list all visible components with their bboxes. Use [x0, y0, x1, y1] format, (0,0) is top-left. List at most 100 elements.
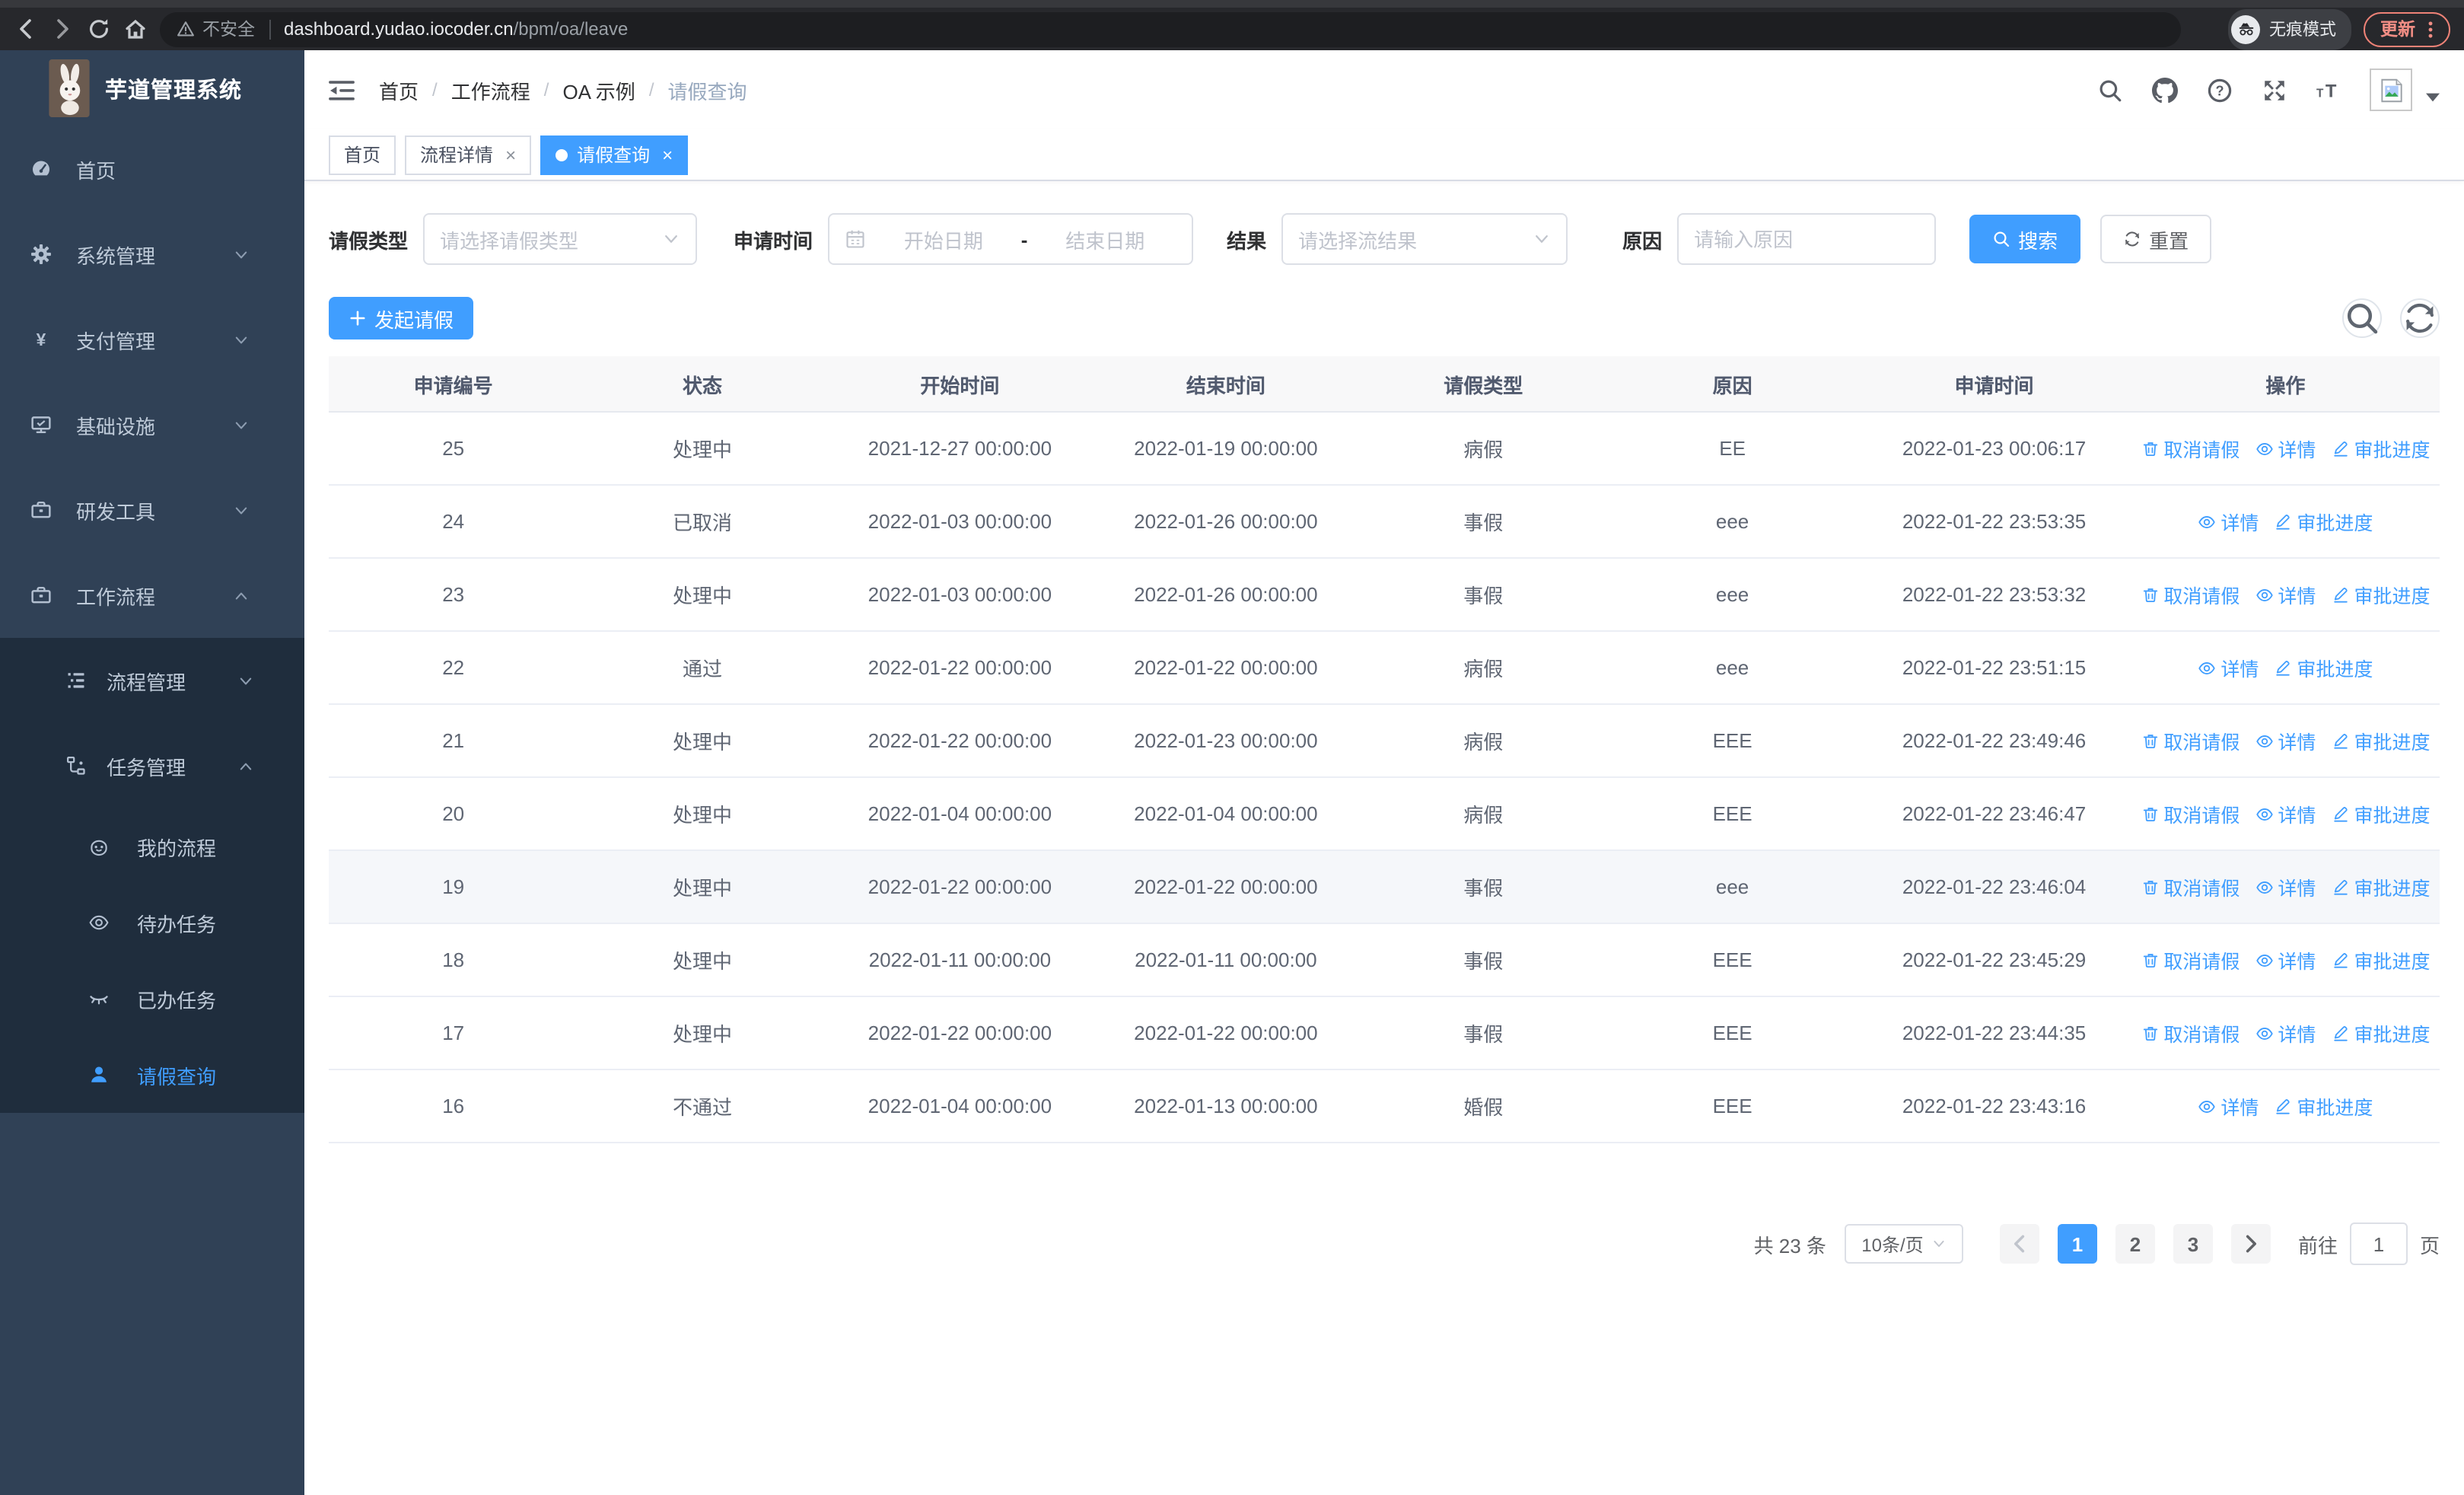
chevron-down-icon	[233, 502, 250, 518]
prev-page-button[interactable]	[1999, 1224, 2039, 1264]
sidebar-item-devtools[interactable]: 研发工具	[0, 467, 304, 553]
search-button[interactable]: 搜索	[1969, 215, 2081, 263]
cell-leave-type: 事假	[1358, 558, 1608, 632]
goto-page-input[interactable]	[2349, 1222, 2408, 1265]
cancel-leave-link[interactable]: 取消请假	[2141, 1018, 2240, 1047]
detail-link[interactable]: 详情	[2255, 434, 2316, 463]
cancel-leave-link[interactable]: 取消请假	[2141, 434, 2240, 463]
column-header: 操作	[2131, 356, 2440, 413]
sidebar-item-system[interactable]: 系统管理	[0, 212, 304, 297]
sidebar-collapse-icon[interactable]	[329, 78, 355, 101]
tab-process-detail[interactable]: 流程详情 ×	[405, 135, 532, 174]
cancel-leave-link[interactable]: 取消请假	[2141, 872, 2240, 901]
approval-progress-link[interactable]: 审批进度	[2274, 507, 2373, 536]
cell-id: 23	[329, 558, 578, 632]
approval-progress-link[interactable]: 审批进度	[2331, 434, 2430, 463]
detail-link[interactable]: 详情	[2255, 726, 2316, 755]
approval-progress-link[interactable]: 审批进度	[2331, 872, 2430, 901]
help-icon[interactable]: ?	[2207, 77, 2233, 103]
detail-link[interactable]: 详情	[2255, 580, 2316, 609]
detail-link[interactable]: 详情	[2255, 799, 2316, 828]
cancel-leave-link[interactable]: 取消请假	[2141, 799, 2240, 828]
user-avatar-menu[interactable]	[2370, 69, 2440, 111]
url-bar[interactable]: 不安全 dashboard.yudao.iocoder.cn/bpm/oa/le…	[160, 11, 2181, 46]
cell-status: 处理中	[578, 777, 827, 851]
create-leave-button[interactable]: 发起请假	[329, 297, 474, 339]
reset-button[interactable]: 重置	[2100, 215, 2212, 263]
sidebar-item-process-mgmt[interactable]: 流程管理	[0, 638, 304, 723]
detail-link[interactable]: 详情	[2198, 653, 2259, 682]
approval-progress-link[interactable]: 审批进度	[2331, 726, 2430, 755]
detail-link[interactable]: 详情	[2255, 945, 2316, 974]
approval-progress-link[interactable]: 审批进度	[2331, 945, 2430, 974]
approval-progress-link[interactable]: 审批进度	[2331, 1018, 2430, 1047]
update-button[interactable]: 更新	[2364, 11, 2450, 46]
sidebar-item-workflow[interactable]: 工作流程	[0, 553, 304, 638]
page-button-2[interactable]: 2	[2115, 1224, 2155, 1264]
back-icon[interactable]	[14, 17, 38, 41]
site-security[interactable]: 不安全	[177, 17, 255, 41]
sidebar-item-todo-tasks[interactable]: 待办任务	[0, 885, 304, 961]
app-logo[interactable]: 芋道管理系统	[0, 50, 304, 126]
table-toolbar: 发起请假	[329, 297, 2440, 339]
approval-progress-link[interactable]: 审批进度	[2274, 1092, 2373, 1120]
table-row: 25 处理中 2021-12-27 00:00:00 2022-01-19 00:00…	[329, 412, 2440, 486]
sidebar-item-home[interactable]: 首页	[0, 126, 304, 212]
approval-progress-link[interactable]: 审批进度	[2274, 653, 2373, 682]
page-size-select[interactable]: 10条/页	[1844, 1224, 1963, 1264]
cell-start-time: 2022-01-11 00:00:00	[826, 923, 1094, 997]
detail-link[interactable]: 详情	[2198, 507, 2259, 536]
detail-link[interactable]: 详情	[2198, 1092, 2259, 1120]
cancel-leave-link[interactable]: 取消请假	[2141, 945, 2240, 974]
search-icon[interactable]	[2097, 77, 2123, 103]
approval-progress-link[interactable]: 审批进度	[2331, 580, 2430, 609]
sidebar-item-task-mgmt[interactable]: 任务管理	[0, 723, 304, 808]
tab-leave-query[interactable]: 请假查询 ×	[540, 135, 689, 174]
pen-icon	[2331, 1024, 2349, 1042]
sidebar-item-leave-query[interactable]: 请假查询	[0, 1037, 304, 1113]
forward-icon[interactable]	[50, 17, 75, 41]
result-select[interactable]: 请选择流结果	[1281, 213, 1568, 265]
tab-home[interactable]: 首页	[329, 135, 396, 174]
cell-id: 24	[329, 485, 578, 559]
cancel-leave-link[interactable]: 取消请假	[2141, 580, 2240, 609]
approval-progress-link[interactable]: 审批进度	[2331, 799, 2430, 828]
next-page-button[interactable]	[2230, 1224, 2271, 1264]
breadcrumb-item[interactable]: OA 示例	[562, 75, 635, 104]
apply-time-range-picker[interactable]: 开始日期 - 结束日期	[828, 213, 1194, 265]
dashboard-icon	[30, 158, 52, 180]
font-size-icon[interactable]: TT	[2316, 77, 2342, 103]
cell-leave-type: 病假	[1358, 631, 1608, 705]
detail-link[interactable]: 详情	[2255, 872, 2316, 901]
github-icon[interactable]	[2152, 77, 2178, 103]
cell-status: 处理中	[578, 923, 827, 997]
breadcrumb-item[interactable]: 工作流程	[451, 75, 530, 104]
cell-end-time: 2022-01-11 00:00:00	[1093, 923, 1359, 997]
cell-status: 处理中	[578, 558, 827, 632]
fullscreen-icon[interactable]	[2262, 77, 2287, 103]
reason-input[interactable]	[1677, 213, 1937, 265]
home-icon[interactable]	[123, 17, 148, 41]
leave-type-select[interactable]: 请选择请假类型	[423, 213, 698, 265]
sidebar-item-infrastructure[interactable]: 基础设施	[0, 382, 304, 467]
sidebar-item-my-process[interactable]: 我的流程	[0, 808, 304, 885]
breadcrumb-item[interactable]: 首页	[379, 75, 419, 104]
show-search-button[interactable]	[2342, 298, 2382, 338]
kebab-menu-icon[interactable]	[2427, 19, 2434, 39]
page-button-3[interactable]: 3	[2173, 1224, 2213, 1264]
sidebar-item-done-tasks[interactable]: 已办任务	[0, 961, 304, 1037]
detail-link[interactable]: 详情	[2255, 1018, 2316, 1047]
close-icon[interactable]: ×	[505, 145, 516, 164]
page-button-1[interactable]: 1	[2057, 1224, 2097, 1264]
result-label: 结果	[1227, 229, 1267, 252]
cancel-leave-link[interactable]: 取消请假	[2141, 726, 2240, 755]
cell-actions: 取消请假 详情 审批进度	[2131, 704, 2440, 778]
bookmark-star-icon[interactable]	[2193, 18, 2216, 40]
reload-icon[interactable]	[87, 17, 111, 41]
close-icon[interactable]: ×	[662, 145, 673, 164]
refresh-icon	[2402, 300, 2438, 336]
yen-icon: ¥	[30, 329, 52, 350]
sidebar-item-payment[interactable]: ¥ 支付管理	[0, 297, 304, 382]
trash-icon	[2141, 951, 2159, 969]
refresh-table-button[interactable]	[2400, 298, 2440, 338]
